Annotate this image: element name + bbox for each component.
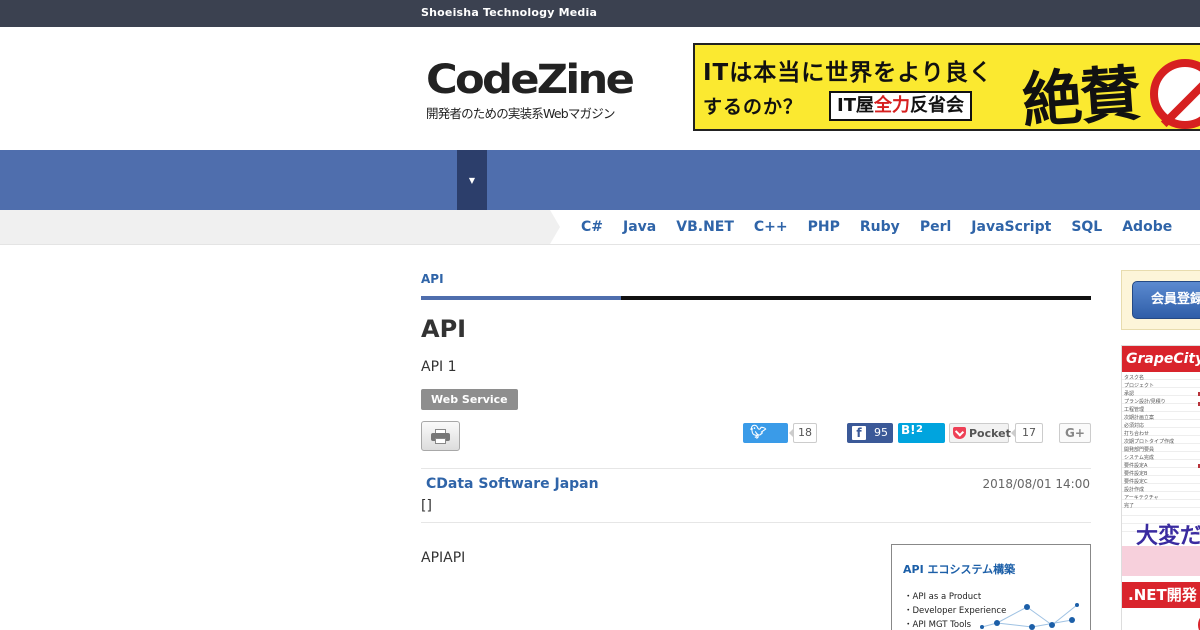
language-bar-filler [0,210,550,244]
tweet-button[interactable]: 🐦︎ [743,423,788,443]
ad-task-row: 工程管理 [1124,407,1145,413]
twitter-bird-icon: 🐦︎ [750,425,767,440]
ad-brand: GrapeCity [1122,346,1200,372]
hatena-icon: B! [901,423,916,437]
lang-link-ruby[interactable]: Ruby [860,219,900,235]
banner-box-red: 全力 [873,95,910,116]
pocket-label: Pocket [969,427,1011,440]
ad-task-row: タスク名 [1124,375,1145,381]
network-diagram-icon [980,603,1079,630]
publisher-name[interactable]: Shoeisha Technology Media [421,6,597,19]
ad-headline: 大変だ [1136,524,1200,549]
banner-line-1: ITは本当に世界をより良く [703,60,993,86]
banner-line-2: するのか？ [703,96,804,118]
ad-task-row: システム完成 [1124,455,1154,461]
lang-link-php[interactable]: PHP [808,219,840,235]
facebook-share-button[interactable]: f 95 [847,423,893,443]
ad-task-row: 設計作成 [1124,487,1145,493]
ad-task-row: 開発部門要員 [1124,447,1155,453]
chevron-down-icon: ▼ [468,176,476,185]
category-link[interactable]: API [421,272,444,286]
author-meta: [] [421,498,432,514]
banner-event-box: IT屋全力反省会 [829,91,972,121]
author-link[interactable]: CData Software Japan [426,476,599,492]
ad-task-row: 承認 [1124,391,1135,397]
ad-task-row: プラン設計/見積り [1124,399,1166,405]
article-figure: API エコシステム構築 ・API as a Product ・Develope… [891,544,1091,630]
ad-gantt-grid: タスク名プロジェクト 承認プラン設計/見積り 工程管理次期計画立案 必須対応打ち合わせ… [1122,372,1200,532]
ad-task-row: 要件設定C [1124,479,1148,485]
ad-task-row: 要件設定A [1124,463,1148,469]
lang-link-sql[interactable]: SQL [1071,219,1102,235]
banner-box-suffix: 反省会 [909,95,964,116]
lang-link-java[interactable]: Java [623,219,656,235]
lang-link-cpp[interactable]: C++ [754,219,788,235]
ad-task-row: プロジェクト [1124,383,1155,389]
figure-title: API エコシステム構築 [903,563,1016,576]
category-rule-accent [421,296,621,300]
ad-band [1122,546,1200,576]
google-plus-button[interactable]: G+ [1059,423,1091,443]
pocket-count: 17 [1011,423,1043,443]
site-logo[interactable]: CodeZine 開発者のための実装系Webマガジン [426,59,651,121]
top-bar: Shoeisha Technology Media [0,0,1200,27]
prohibition-icon [1150,59,1200,129]
language-bar-arrow [550,210,560,244]
ad-task-row: 次期プロトタイプ作成 [1124,439,1175,445]
sidebar-ad[interactable]: GrapeCity タスク名プロジェクト 承認プラン設計/見積り 工程管理次期計画立… [1121,345,1200,630]
ad-task-row: アーキテクチャ [1124,495,1159,501]
ad-task-row: 完了 [1124,503,1135,509]
lang-link-perl[interactable]: Perl [920,219,951,235]
menu-dropdown-button[interactable]: ▼ [457,150,487,210]
divider [421,468,1091,469]
category-rule [421,296,1091,300]
lang-link-csharp[interactable]: C# [581,219,603,235]
main-nav: ▼ [0,150,1200,210]
lang-link-vbnet[interactable]: VB.NET [676,219,734,235]
language-links: C# Java VB.NET C++ PHP Ruby Perl JavaScr… [581,219,1192,235]
print-button[interactable] [421,421,460,451]
ad-net-label: .NET開発 [1122,582,1200,608]
language-bar: C# Java VB.NET C++ PHP Ruby Perl JavaScr… [0,210,1200,245]
article-body: APIAPI [421,550,466,566]
lang-link-adobe[interactable]: Adobe [1122,219,1172,235]
ad-task-list: タスク名プロジェクト 承認プラン設計/見積り 工程管理次期計画立案 必須対応打ち合わせ… [1124,374,1174,510]
facebook-icon: f [852,426,866,440]
publish-date: 2018/08/01 14:00 [982,477,1090,491]
tweet-count: 18 [789,423,817,443]
ad-task-row: 次期計画立案 [1124,415,1155,421]
article-title: API [421,315,467,343]
logo-tagline: 開発者のための実装系Webマガジン [426,106,615,121]
ad-task-row: 要件設定B [1124,471,1148,477]
register-button[interactable]: 会員登録 [1132,281,1200,319]
hatena-bookmark-button[interactable]: B! 2 [898,423,945,443]
ad-task-row: 必須対応 [1124,423,1145,429]
printer-icon [431,429,450,444]
sidebar-login-box: 会員登録 [1121,270,1200,330]
article-subtitle: API 1 [421,359,457,375]
lang-link-javascript[interactable]: JavaScript [971,219,1051,235]
banner-box-prefix: IT屋 [837,95,874,116]
banner-big-text: 絶賛 [1020,59,1141,131]
tag-badge[interactable]: Web Service [421,389,518,410]
logo-wordmark: CodeZine [426,57,635,103]
pocket-button[interactable]: Pocket [949,423,1011,443]
pocket-icon [953,427,966,439]
ad-banner[interactable]: ITは本当に世界をより良く するのか？ IT屋全力反省会 絶賛 [693,43,1200,131]
hatena-count: 2 [916,424,923,435]
ad-task-row: 打ち合わせ [1124,431,1150,437]
divider [421,522,1091,523]
facebook-count: 95 [874,426,888,439]
